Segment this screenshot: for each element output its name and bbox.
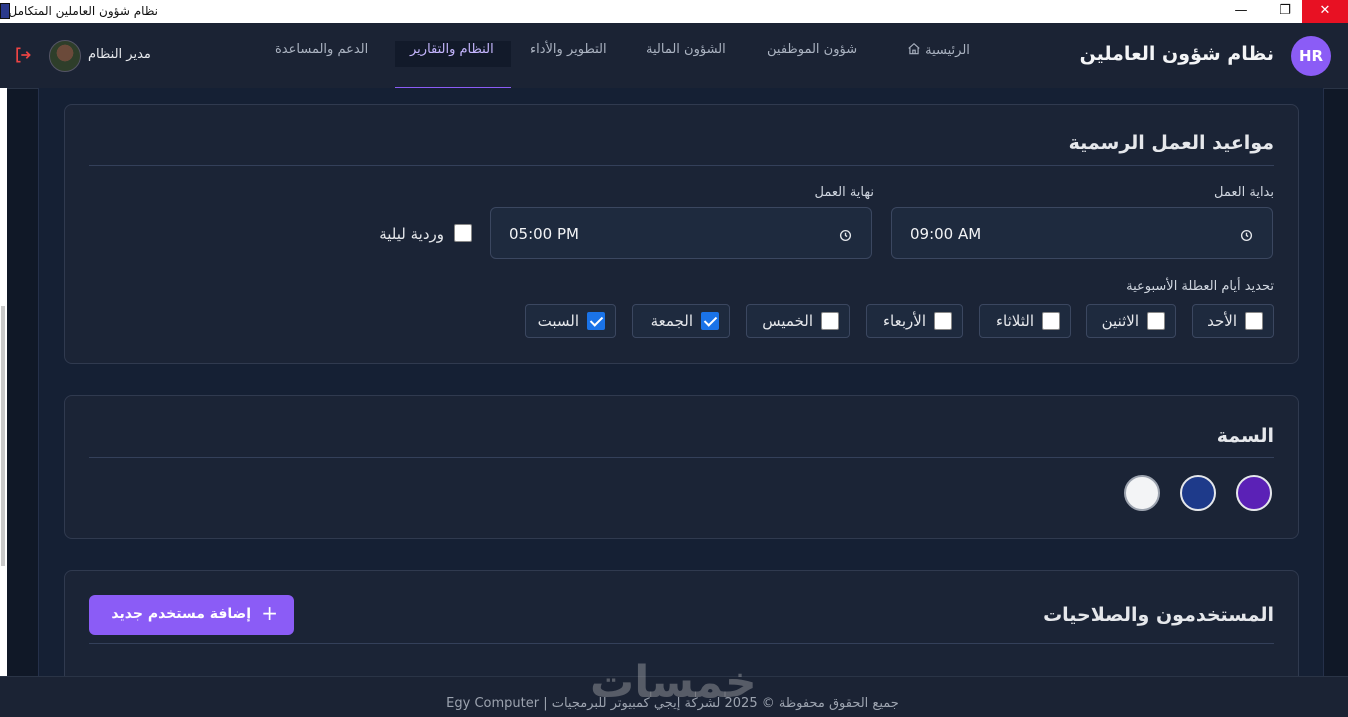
day-checkbox[interactable] <box>934 312 952 330</box>
divider <box>89 457 1274 458</box>
day-label: الاثنين <box>1101 312 1139 330</box>
start-time-value: 09:00 AM <box>910 225 982 243</box>
logout-icon[interactable] <box>13 45 33 69</box>
day-tuesday[interactable]: الثلاثاء <box>979 304 1071 338</box>
day-label: الأحد <box>1207 312 1237 330</box>
work-hours-card: مواعيد العمل الرسمية بداية العمل 09:00 A… <box>64 104 1299 364</box>
close-button[interactable]: ✕ <box>1302 0 1348 23</box>
main-content: مواعيد العمل الرسمية بداية العمل 09:00 A… <box>38 88 1324 712</box>
clock-icon <box>1240 227 1253 246</box>
plus-icon: + <box>261 601 278 625</box>
day-checkbox[interactable] <box>1042 312 1060 330</box>
day-saturday[interactable]: السبت <box>525 304 616 338</box>
nav-home-label: الرئيسية <box>925 43 970 58</box>
theme-title: السمة <box>1216 425 1274 447</box>
divider <box>89 165 1274 166</box>
day-sunday[interactable]: الأحد <box>1192 304 1274 338</box>
day-thursday[interactable]: الخميس <box>746 304 850 338</box>
day-checkbox[interactable] <box>587 312 605 330</box>
night-shift-checkbox[interactable] <box>454 224 472 242</box>
work-hours-title: مواعيد العمل الرسمية <box>1068 132 1274 154</box>
day-monday[interactable]: الاثنين <box>1086 304 1176 338</box>
start-time-input[interactable]: 09:00 AM <box>891 207 1273 259</box>
day-checkbox[interactable] <box>701 312 719 330</box>
theme-swatch-blue[interactable] <box>1180 475 1216 511</box>
day-checkbox[interactable] <box>1147 312 1165 330</box>
app-header: HR نظام شؤون العاملين الرئيسية شؤون المو… <box>0 23 1348 90</box>
nav-finance[interactable]: الشؤون المالية <box>646 42 726 57</box>
brand-logo: HR <box>1291 36 1331 76</box>
day-label: السبت <box>537 312 579 330</box>
nav-support[interactable]: الدعم والمساعدة <box>275 42 368 57</box>
user-name: مدير النظام <box>88 47 151 62</box>
theme-card: السمة <box>64 395 1299 539</box>
nav-development[interactable]: التطوير والأداء <box>530 42 607 57</box>
app-title: نظام شؤون العاملين <box>1079 43 1274 65</box>
window-title: نظام شؤون العاملين المتكامل <box>8 4 158 18</box>
end-time-input[interactable]: 05:00 PM <box>490 207 872 259</box>
night-shift-label: وردية ليلية <box>379 225 444 243</box>
watermark-logo: خمسات <box>590 657 757 708</box>
window-titlebar: نظام شؤون العاملين المتكامل — ❐ ✕ <box>0 0 1348 23</box>
day-wednesday[interactable]: الأربعاء <box>866 304 963 338</box>
day-checkbox[interactable] <box>1245 312 1263 330</box>
day-label: الجمعة <box>650 312 693 330</box>
end-time-value: 05:00 PM <box>509 225 579 243</box>
nav-employees[interactable]: شؤون الموظفين <box>767 42 857 57</box>
theme-swatch-light[interactable] <box>1124 475 1160 511</box>
add-user-button[interactable]: + إضافة مستخدم جديد <box>89 595 294 635</box>
clock-icon <box>839 227 852 246</box>
minimize-button[interactable]: — <box>1218 0 1264 23</box>
divider <box>89 643 1274 644</box>
end-time-label: نهاية العمل <box>814 185 875 200</box>
nav-home[interactable]: الرئيسية <box>901 42 970 58</box>
day-label: الأربعاء <box>882 312 926 330</box>
home-icon <box>908 42 920 55</box>
scrollbar-thumb[interactable] <box>1 306 5 566</box>
day-label: الخميس <box>762 312 813 330</box>
start-time-label: بداية العمل <box>1214 185 1274 200</box>
weekend-label: تحديد أيام العطلة الأسبوعية <box>1126 279 1274 294</box>
day-label: الثلاثاء <box>995 312 1034 330</box>
add-user-label: إضافة مستخدم جديد <box>111 606 251 622</box>
theme-swatch-purple[interactable] <box>1236 475 1272 511</box>
left-scroll-strip <box>0 88 7 676</box>
users-title: المستخدمون والصلاحيات <box>1043 604 1274 626</box>
day-checkbox[interactable] <box>821 312 839 330</box>
nav-system-reports[interactable]: النظام والتقارير <box>410 42 494 57</box>
avatar[interactable] <box>49 40 81 72</box>
day-friday[interactable]: الجمعة <box>632 304 730 338</box>
